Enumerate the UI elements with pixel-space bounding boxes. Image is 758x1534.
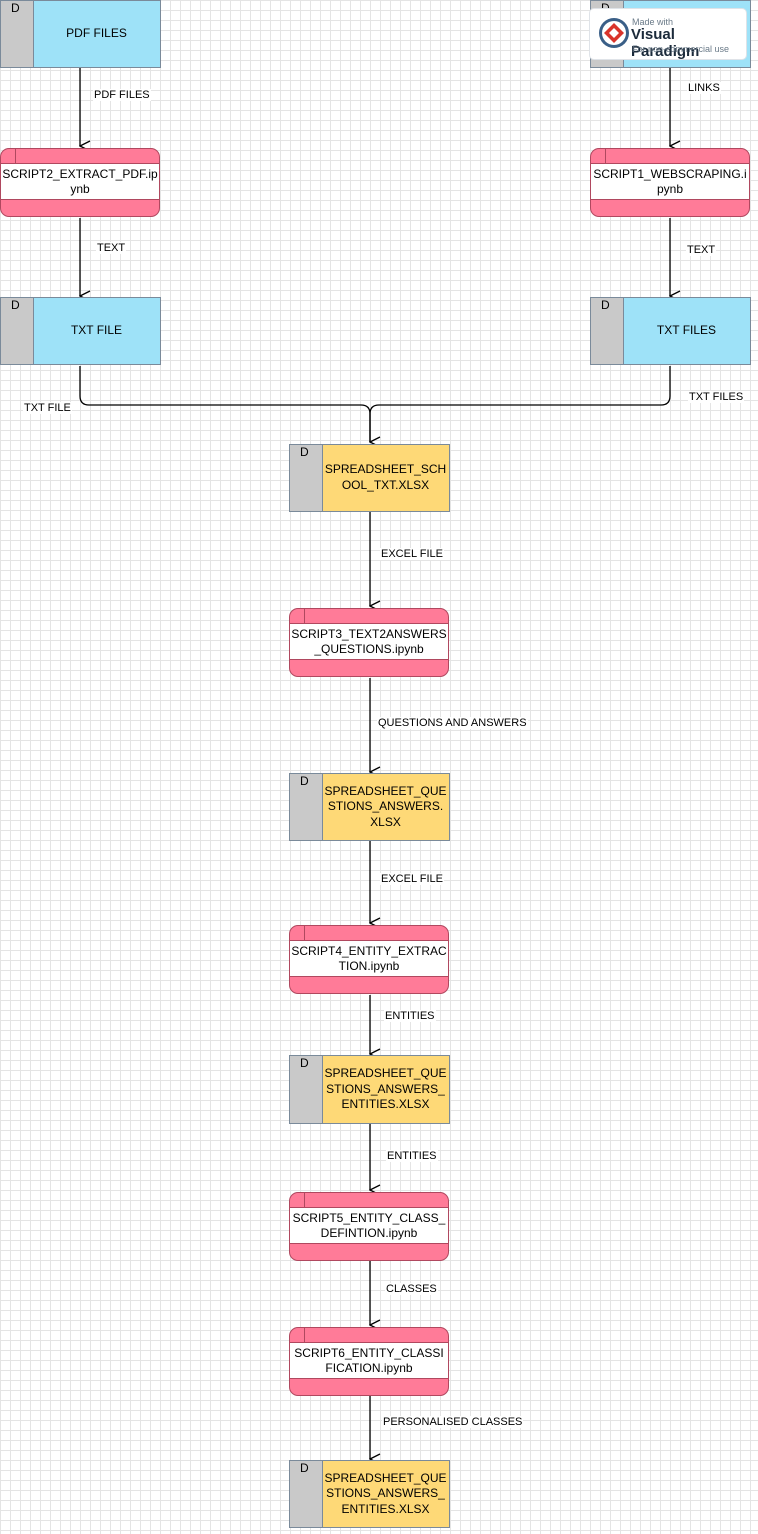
watermark-line2: Visual Paradigm xyxy=(631,26,700,60)
store-label: SPREADSHEET_QUESTIONS_ANSWERS_ENTITIES.X… xyxy=(324,1066,447,1112)
flow-label-personalised-classes: PERSONALISED CLASSES xyxy=(382,1416,524,1428)
store-label: SPREADSHEET_QUESTIONS_ANSWERS_ENTITIES.X… xyxy=(324,1470,447,1516)
visual-paradigm-watermark: Made with Visual Paradigm For non-commer… xyxy=(590,9,746,60)
flow-label-excel-file-2: EXCEL FILE xyxy=(380,873,444,885)
process-label: SCRIPT6_ENTITY_CLASSIFICATION.ipynb xyxy=(290,1342,448,1379)
store-spreadsheet-qa-entities-1[interactable]: D SPREADSHEET_QUESTIONS_ANSWERS_ENTITIES… xyxy=(289,1055,450,1124)
process-label: SCRIPT5_ENTITY_CLASS_DEFINTION.ipynb xyxy=(290,1207,448,1244)
flow-label-classes: CLASSES xyxy=(385,1283,438,1295)
store-tag: D xyxy=(1,1,34,67)
process-label: SCRIPT2_EXTRACT_PDF.ipynb xyxy=(1,163,159,200)
flow-label-links: LINKS xyxy=(687,82,721,94)
flow-label-excel-file-1: EXCEL FILE xyxy=(380,548,444,560)
store-txt-files[interactable]: D TXT FILES xyxy=(590,297,751,365)
store-label: PDF FILES xyxy=(66,26,127,41)
store-tag: D xyxy=(591,298,624,364)
store-txt-file[interactable]: D TXT FILE xyxy=(0,297,161,365)
store-spreadsheet-questions-answers[interactable]: D SPREADSHEET_QUESTIONS_ANSWERS.XLSX xyxy=(289,773,450,841)
process-script1[interactable]: SCRIPT1_WEBSCRAPING.ipynb xyxy=(590,148,750,217)
watermark-line3: For non-commercial use xyxy=(632,44,730,54)
flow-connectors xyxy=(0,68,758,1534)
process-script5[interactable]: SCRIPT5_ENTITY_CLASS_DEFINTION.ipynb xyxy=(289,1192,449,1261)
process-label: SCRIPT3_TEXT2ANSWERS_QUESTIONS.ipynb xyxy=(290,623,448,660)
store-pdf-files[interactable]: D PDF FILES xyxy=(0,0,161,68)
process-label: SCRIPT1_WEBSCRAPING.ipynb xyxy=(591,163,749,200)
process-script4[interactable]: SCRIPT4_ENTITY_EXTRACTION.ipynb xyxy=(289,925,449,994)
store-label: SPREADSHEET_QUESTIONS_ANSWERS.XLSX xyxy=(324,783,447,829)
store-tag: D xyxy=(290,1461,323,1527)
flow-label-entities-1: ENTITIES xyxy=(384,1010,436,1022)
process-script6[interactable]: SCRIPT6_ENTITY_CLASSIFICATION.ipynb xyxy=(289,1327,449,1396)
store-tag: D xyxy=(290,774,323,840)
flow-label-questions-answers: QUESTIONS AND ANSWERS xyxy=(377,717,528,729)
flow-label-txt-file: TXT FILE xyxy=(23,402,72,414)
store-label: TXT FILE xyxy=(70,323,123,338)
store-tag: D xyxy=(290,1056,323,1123)
store-label: TXT FILES xyxy=(656,323,717,338)
store-label: SPREADSHEET_SCHOOL_TXT.XLSX xyxy=(324,462,447,492)
store-tag: D xyxy=(1,298,34,364)
process-label: SCRIPT4_ENTITY_EXTRACTION.ipynb xyxy=(290,940,448,977)
flow-label-text-left: TEXT xyxy=(96,242,127,254)
store-tag: D xyxy=(290,445,323,511)
visual-paradigm-logo-icon xyxy=(599,18,629,48)
store-spreadsheet-school-txt[interactable]: D SPREADSHEET_SCHOOL_TXT.XLSX xyxy=(289,444,450,512)
flow-label-entities-2: ENTITIES xyxy=(386,1150,438,1162)
flow-label-txt-files: TXT FILES xyxy=(688,391,745,403)
flow-label-text-right: TEXT xyxy=(686,244,717,256)
flow-label-pdf-files: PDF FILES xyxy=(93,89,151,101)
process-script3[interactable]: SCRIPT3_TEXT2ANSWERS_QUESTIONS.ipynb xyxy=(289,608,449,677)
diagram-canvas: PDF FILES LINKS TEXT TEXT TXT FILE TXT F… xyxy=(0,0,758,1534)
flow-txt-file-line xyxy=(79,366,370,442)
flow-txt-files-line xyxy=(369,366,671,442)
store-spreadsheet-qa-entities-2[interactable]: D SPREADSHEET_QUESTIONS_ANSWERS_ENTITIES… xyxy=(289,1460,450,1528)
process-script2[interactable]: SCRIPT2_EXTRACT_PDF.ipynb xyxy=(0,148,160,217)
